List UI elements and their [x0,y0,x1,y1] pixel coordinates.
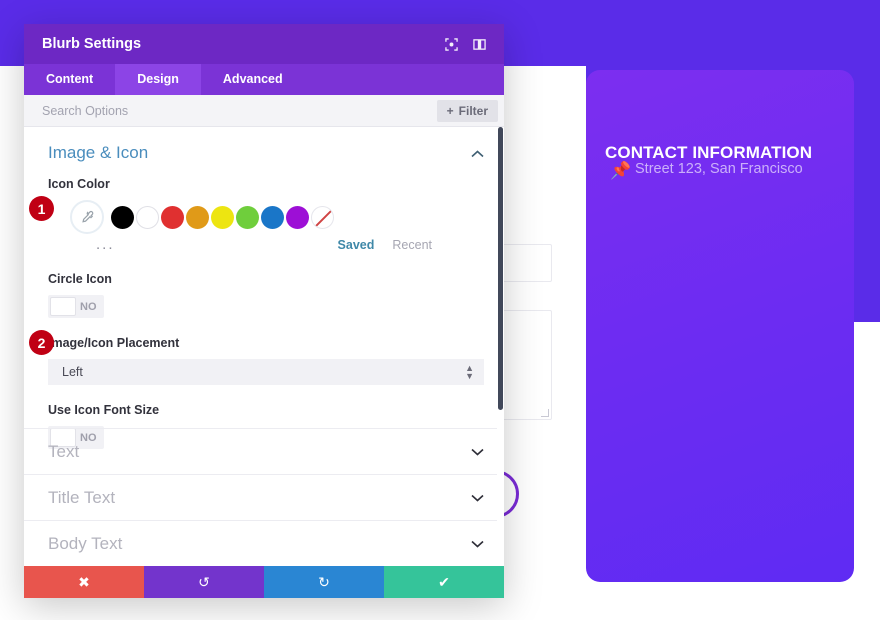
icon-color-label: Icon Color [48,177,110,191]
save-button[interactable]: ✔ [384,566,504,598]
field-circle-icon: Circle Icon NO [24,272,504,318]
check-icon: ✔ [438,573,450,590]
modal-action-bar: ✖ ↺ ↻ ✔ [24,566,504,598]
section-body-text-label: Body Text [48,533,123,553]
modal-tabs: Content Design Advanced [24,64,504,95]
undo-icon: ↺ [198,573,210,590]
redo-button[interactable]: ↻ [264,566,384,598]
swatch-footer-row: ... Saved Recent [96,236,484,254]
modal-body: Image & Icon Icon Color ... Saved Recent… [24,127,504,566]
saved-tab[interactable]: Saved [338,238,375,252]
section-image-and-icon: Image & Icon Icon Color ... Saved Recent [24,127,504,254]
section-body-text[interactable]: Body Text [24,520,504,566]
contact-card-subtitle: Street 123, San Francisco [635,161,803,177]
close-icon: ✖ [78,573,90,590]
tab-design[interactable]: Design [115,64,201,95]
panel-layout-icon[interactable] [468,33,490,55]
callout-badge-2: 2 [29,330,54,355]
section-title-text-label: Title Text [48,487,116,507]
plus-icon: + [446,103,454,118]
chevron-down-icon[interactable] [471,536,484,551]
toggle-knob [50,297,76,316]
swatch-purple[interactable] [286,205,309,229]
swatch-orange[interactable] [186,205,209,229]
section-header-image-and-icon[interactable]: Image & Icon [48,143,484,163]
placement-label: Image/Icon Placement [48,336,180,350]
placement-select[interactable]: Left ▲ ▼ [48,359,484,385]
section-title-text[interactable]: Title Text [24,474,504,520]
section-text[interactable]: Text [24,428,504,474]
swatch-yellow[interactable] [211,205,234,229]
blurb-settings-modal: Blurb Settings Content Design Advanced S… [24,24,504,598]
settings-scrollbar[interactable] [497,127,504,566]
placement-select-value: Left [62,365,83,379]
circle-icon-toggle[interactable]: NO [48,295,104,318]
scrollbar-thumb[interactable] [498,127,503,410]
eyedropper-icon[interactable] [70,200,104,234]
section-title: Image & Icon [48,143,149,162]
filter-button[interactable]: + Filter [436,99,498,122]
icon-color-swatch-row [70,200,484,234]
filter-button-label: Filter [458,103,488,118]
undo-button[interactable]: ↺ [144,566,264,598]
tab-content[interactable]: Content [24,64,115,95]
chevron-down-icon[interactable] [471,490,484,505]
map-pin-icon: 📌 [610,161,632,180]
expand-fullscreen-icon[interactable] [440,33,462,55]
modal-header: Blurb Settings [24,24,504,64]
chevron-down-icon[interactable] [471,444,484,459]
swatch-black[interactable] [111,205,134,229]
saved-recent-tabs: Saved Recent [338,238,432,252]
collapsed-sections: Text Title Text Body Text [24,428,504,566]
search-row: Search Options + Filter [24,95,504,127]
tab-advanced[interactable]: Advanced [201,64,305,95]
chevron-updown-icon: ▲ ▼ [465,363,474,381]
swatch-red[interactable] [161,205,184,229]
callout-badge-1: 1 [29,196,54,221]
search-input[interactable]: Search Options [42,104,437,118]
circle-icon-toggle-value: NO [80,300,97,313]
modal-title: Blurb Settings [42,36,142,52]
field-image-icon-placement: Image/Icon Placement Left ▲ ▼ [24,336,504,385]
redo-icon: ↻ [318,573,330,590]
settings-scroll-area: Image & Icon Icon Color ... Saved Recent… [24,127,504,566]
contact-card-title: CONTACT INFORMATION [605,143,813,162]
more-colors-button[interactable]: ... [96,237,115,252]
section-text-label: Text [48,441,80,461]
swatch-white[interactable] [136,205,159,229]
swatch-none[interactable] [311,205,334,229]
swatch-green[interactable] [236,205,259,229]
swatch-blue[interactable] [261,205,284,229]
recent-tab[interactable]: Recent [392,238,432,252]
cancel-button[interactable]: ✖ [24,566,144,598]
use-icon-font-size-label: Use Icon Font Size [48,403,160,417]
circle-icon-label: Circle Icon [48,272,112,286]
chevron-up-icon[interactable] [471,147,484,160]
